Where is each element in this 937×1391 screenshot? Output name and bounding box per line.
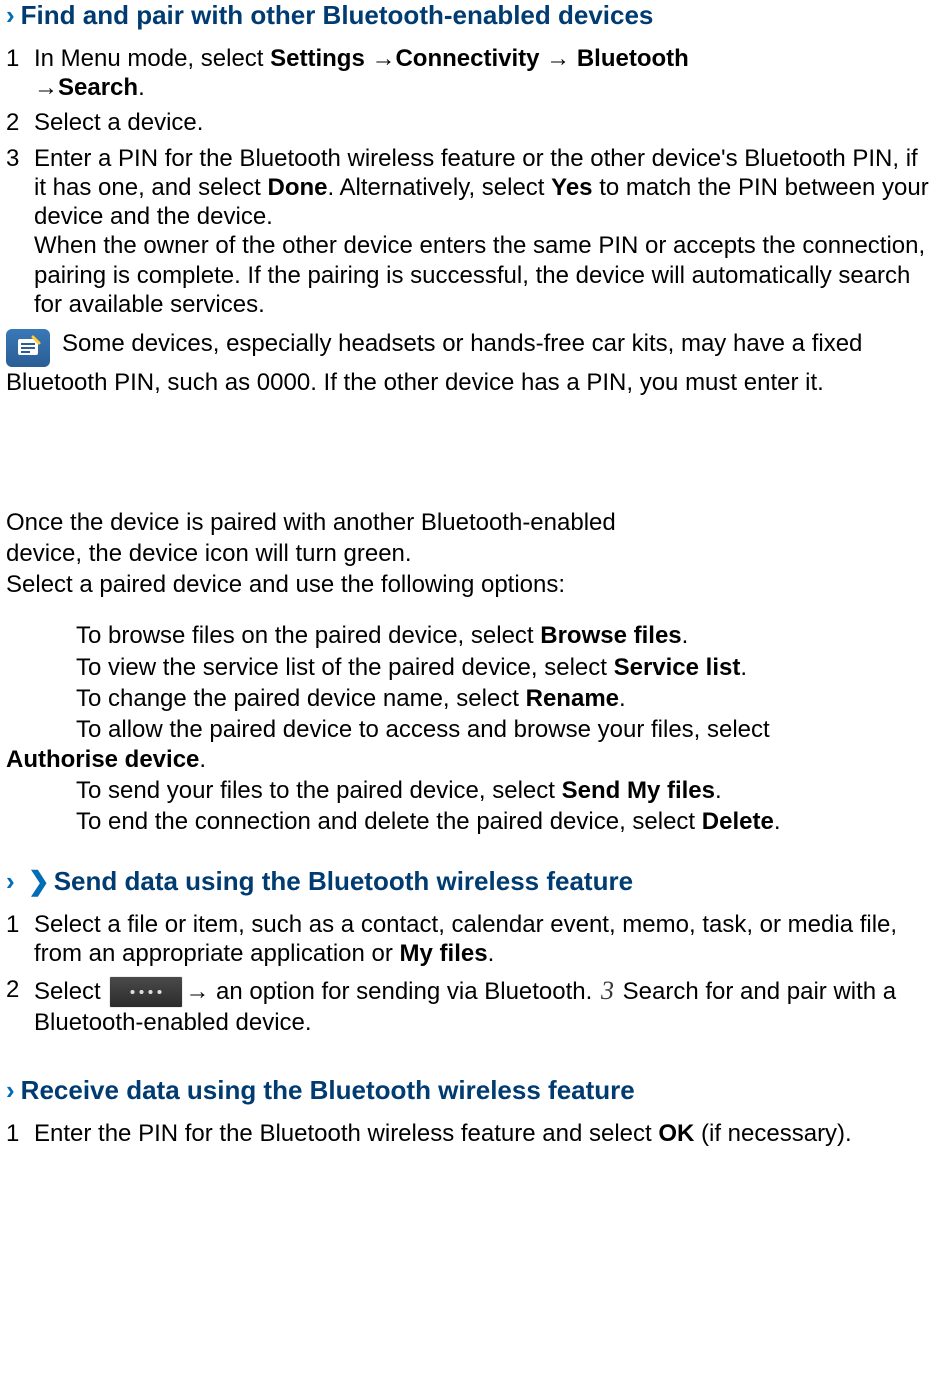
step-number: 1 (6, 910, 34, 939)
step-body: Enter the PIN for the Bluetooth wireless… (34, 1119, 931, 1148)
step-2: 2 Select a device. (6, 108, 931, 137)
text: In Menu mode, select (34, 45, 270, 72)
steps-list-send-data: 1 Select a file or item, such as a conta… (6, 910, 931, 1037)
steps-list-receive-data: 1 Enter the PIN for the Bluetooth wirele… (6, 1119, 931, 1148)
step-1: 1 In Menu mode, select Settings →Connect… (6, 44, 931, 103)
bold-send-my-files: Send My files (562, 777, 715, 804)
arrow-icon: → (546, 45, 570, 72)
arrow-icon: → (185, 978, 209, 1005)
bold-rename: Rename (526, 685, 619, 712)
option-authorise: To allow the paired device to access and… (6, 715, 931, 774)
text: an option for sending via Bluetooth. (209, 978, 599, 1005)
step-body: Enter a PIN for the Bluetooth wireless f… (34, 144, 931, 320)
step-1: 1 Select a file or item, such as a conta… (6, 910, 931, 969)
text: Enter the PIN for the Bluetooth wireless… (34, 1120, 658, 1147)
text: . (774, 808, 781, 835)
heading-text: Send data using the Bluetooth wireless f… (54, 866, 633, 896)
step-2: 2 Select → an option for sending via Blu… (6, 975, 931, 1038)
text-line: device, the device icon will turn green. (6, 539, 931, 568)
step-body: Select a file or item, such as a contact… (34, 910, 931, 969)
option-rename: To change the paired device name, select… (6, 684, 931, 713)
heading-text: Receive data using the Bluetooth wireles… (21, 1075, 635, 1105)
bold-delete: Delete (702, 808, 774, 835)
step-body: Select a device. (34, 108, 931, 137)
option-service-list: To view the service list of the paired d… (6, 653, 931, 682)
bullet-icon: ❯ (28, 866, 50, 898)
bold-path-connectivity: Connectivity (395, 45, 546, 72)
section-heading-send-data: › ❯Send data using the Bluetooth wireles… (6, 866, 931, 898)
text: . (488, 940, 495, 967)
bold-done: Done (267, 174, 327, 201)
steps-list-find-pair: 1 In Menu mode, select Settings →Connect… (6, 44, 931, 319)
bold-yes: Yes (551, 174, 592, 201)
text: To browse files on the paired device, se… (76, 622, 540, 649)
step-number: 1 (6, 1119, 34, 1148)
text-line: Once the device is paired with another B… (6, 508, 931, 537)
text: . (199, 746, 206, 773)
bold-service-list: Service list (614, 654, 741, 681)
text: (if necessary). (694, 1120, 851, 1147)
paired-info: Once the device is paired with another B… (6, 508, 931, 600)
step-3: 3 Enter a PIN for the Bluetooth wireless… (6, 144, 931, 320)
text: . Alternatively, select (327, 174, 551, 201)
step-1: 1 Enter the PIN for the Bluetooth wirele… (6, 1119, 931, 1148)
text: To change the paired device name, select (76, 685, 526, 712)
text: . (619, 685, 626, 712)
chevron-icon: › (6, 1075, 15, 1105)
text: . (682, 622, 689, 649)
step-number: 1 (6, 44, 34, 73)
bold-authorise-device: Authorise device (6, 746, 199, 773)
text: . (138, 74, 145, 101)
option-send-files: To send your files to the paired device,… (6, 776, 931, 805)
step-body: In Menu mode, select Settings →Connectiv… (34, 44, 931, 103)
text: . (740, 654, 747, 681)
option-browse-files: To browse files on the paired device, se… (6, 621, 931, 650)
bold-path-bluetooth: Bluetooth (570, 45, 689, 72)
note-text: Some devices, especially headsets or han… (6, 330, 862, 396)
bold-path-search: Search (58, 74, 138, 101)
paired-options-list: To browse files on the paired device, se… (6, 621, 931, 836)
bold-browse-files: Browse files (540, 622, 681, 649)
note-icon (6, 329, 50, 368)
section-heading-receive-data: ›Receive data using the Bluetooth wirele… (6, 1075, 931, 1107)
arrow-icon: → (371, 45, 395, 72)
bold-path-settings: Settings (270, 45, 371, 72)
inline-step-3: 3 (601, 976, 614, 1005)
heading-text: Find and pair with other Bluetooth-enabl… (21, 0, 654, 30)
section-heading-find-pair: ›Find and pair with other Bluetooth-enab… (6, 0, 931, 32)
option-delete: To end the connection and delete the pai… (6, 807, 931, 836)
step-body: Select → an option for sending via Bluet… (34, 975, 931, 1038)
bold-ok: OK (658, 1120, 694, 1147)
text: To allow the paired device to access and… (76, 716, 770, 743)
text: To send your files to the paired device,… (76, 777, 562, 804)
text: When the owner of the other device enter… (34, 232, 925, 318)
chevron-icon: › (6, 0, 15, 30)
chevron-icon: › (6, 866, 15, 896)
text: To end the connection and delete the pai… (76, 808, 702, 835)
text: Select (34, 978, 107, 1005)
bold-my-files: My files (400, 940, 488, 967)
text: To view the service list of the paired d… (76, 654, 614, 681)
step-number: 2 (6, 975, 34, 1004)
more-options-icon (109, 976, 183, 1008)
note-block: Some devices, especially headsets or han… (6, 329, 931, 398)
text: . (715, 777, 722, 804)
step-number: 3 (6, 144, 34, 173)
arrow-icon: → (34, 74, 58, 101)
text-line: Select a paired device and use the follo… (6, 570, 931, 599)
step-number: 2 (6, 108, 34, 137)
